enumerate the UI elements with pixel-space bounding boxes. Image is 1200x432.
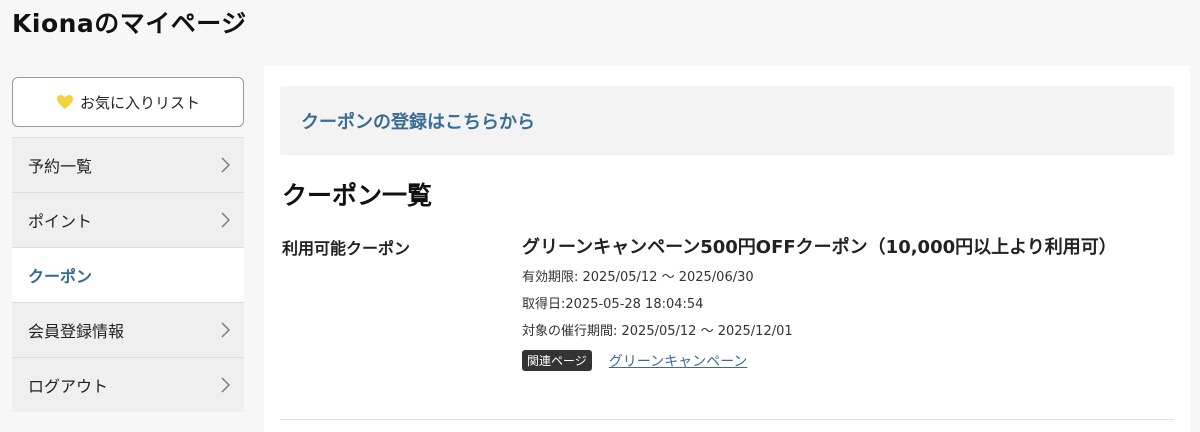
chevron-right-icon: [221, 212, 230, 228]
coupon-validity: 有効期限: 2025/05/12 〜 2025/06/30: [522, 270, 754, 285]
section-title: クーポン一覧: [282, 181, 433, 210]
related-page-link[interactable]: グリーンキャンペーン: [609, 351, 748, 371]
sidebar-item-label: ポイント: [28, 212, 93, 231]
related-page-row: 関連ページ グリーンキャンペーン: [522, 350, 1182, 371]
sidebar-item-member-info[interactable]: 会員登録情報: [12, 302, 244, 357]
coupon-register-box: クーポンの登録はこちらから: [280, 86, 1174, 155]
divider: [280, 419, 1174, 420]
sidebar-item-coupons[interactable]: クーポン: [12, 247, 244, 302]
sidebar-item-label: 予約一覧: [28, 157, 93, 176]
sidebar-item-label: クーポン: [28, 267, 93, 286]
main-content: クーポンの登録はこちらから クーポン一覧 利用可能クーポン グリーンキャンペーン…: [264, 66, 1190, 432]
favorite-list-label: お気に入りリスト: [79, 93, 200, 112]
sidebar-nav: 予約一覧 ポイント クーポン 会員登録情報 ログアウト: [12, 137, 244, 412]
sidebar-item-label: 会員登録情報: [28, 322, 125, 341]
available-coupons-label: 利用可能クーポン: [282, 239, 411, 258]
heart-icon: [56, 95, 73, 109]
sidebar-item-logout[interactable]: ログアウト: [12, 357, 244, 412]
coupon-event-period: 対象の催行期間: 2025/05/12 〜 2025/12/01: [522, 324, 793, 339]
coupon-item: グリーンキャンペーン500円OFFクーポン（10,000円以上より利用可） 有効…: [522, 233, 1182, 371]
page-title: Kionaのマイページ: [12, 9, 247, 38]
sidebar: お気に入りリスト 予約一覧 ポイント クーポン 会員登録情報 ログアウト: [12, 77, 244, 412]
sidebar-item-reservations[interactable]: 予約一覧: [12, 137, 244, 192]
sidebar-item-points[interactable]: ポイント: [12, 192, 244, 247]
favorite-list-button[interactable]: お気に入りリスト: [12, 77, 244, 127]
chevron-right-icon: [221, 157, 230, 173]
coupon-name: グリーンキャンペーン500円OFFクーポン（10,000円以上より利用可）: [522, 237, 1117, 258]
sidebar-item-label: ログアウト: [28, 377, 109, 396]
related-page-badge: 関連ページ: [522, 350, 592, 371]
chevron-right-icon: [221, 322, 230, 338]
coupon-acquired-date: 取得日:2025-05-28 18:04:54: [522, 297, 704, 312]
chevron-right-icon: [221, 377, 230, 393]
coupon-register-link[interactable]: クーポンの登録はこちらから: [301, 108, 535, 134]
